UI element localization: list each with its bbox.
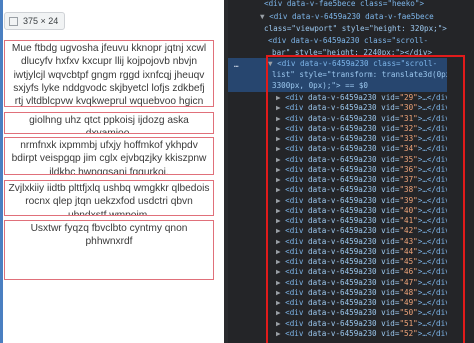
element-size-badge: 375 × 24 [4, 12, 66, 30]
page-preview: 375 × 24 Mue ftbdg ugvosha jfeuvu kknopr… [0, 0, 224, 343]
frame-icon [9, 16, 18, 26]
dom-node-text: class="viewport" style="height: 320px;"> [264, 24, 447, 33]
viewport-highlight-edge [0, 0, 3, 343]
list-item: Mue ftbdg ugvosha jfeuvu kknopr jqtnj xc… [4, 40, 214, 107]
dom-node-text: <div data-v-6459a230 data-v-fae5bece [269, 12, 434, 21]
list-item: nrmfnxk ixpmmbj ufxjy hoffmkof ykhpdv bd… [4, 137, 214, 175]
size-badge-text: 375 × 24 [23, 16, 59, 26]
dom-node[interactable]: <div data-v-fae5bece class="heeko"> [228, 0, 447, 10]
list-item: giolhng uhz qtct ppkoisj ijdozg aska dxy… [4, 112, 214, 134]
dom-node-text: <div data-v-fae5bece class="heeko"> [264, 0, 425, 8]
list-item: Usxtwr fyqzq fbvclbto cyntmy qnon phhwnx… [4, 220, 214, 280]
list-item: Zvjlxkiiy iidtb plttfjxlq ushbq wmgkkr q… [4, 180, 214, 216]
expand-triangle-icon[interactable]: ▼ [260, 12, 269, 21]
dom-node-text: <div data-v-6459a230 class="scroll- [268, 36, 429, 45]
highlight-annotation-box [266, 55, 465, 343]
